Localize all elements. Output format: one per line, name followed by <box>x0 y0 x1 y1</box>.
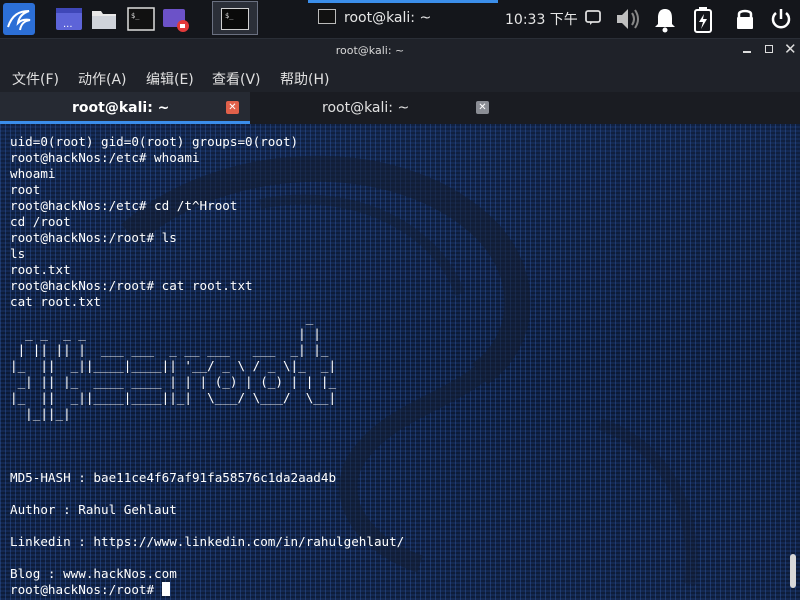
terminal-launcher-icon[interactable]: $_ <box>127 5 155 33</box>
active-window-indicator <box>308 0 498 3</box>
power-icon[interactable] <box>768 6 794 32</box>
menu-view[interactable]: 查看(V) <box>212 69 261 89</box>
ascii-art-line: |_ || _||____|____||_| \___/ \___/ \__| <box>10 390 337 405</box>
terminal-line: root@hackNos:/etc# cd /t^Hroot <box>10 198 238 213</box>
terminal-line: cat root.txt <box>10 294 101 309</box>
clock[interactable]: 10:33 下午 <box>505 9 578 29</box>
author-line: Author : Rahul Gehlaut <box>10 502 177 517</box>
terminal-line: root@hackNos:/root# ls <box>10 230 177 245</box>
battery-charging-icon[interactable] <box>690 6 716 33</box>
terminal-scrollbar[interactable] <box>790 554 796 588</box>
notification-chat-icon[interactable] <box>584 9 602 27</box>
ascii-art-line: | || || | ___ ___ _ __ ___ ___ _| |_ <box>10 342 329 357</box>
text-cursor <box>161 582 170 596</box>
svg-text:$_: $_ <box>225 12 234 20</box>
tab-close-icon[interactable]: ✕ <box>476 101 489 114</box>
maximize-button[interactable] <box>765 45 773 53</box>
terminal-line: root@hackNos:/etc# whoami <box>10 150 200 165</box>
terminal-line: uid=0(root) gid=0(root) groups=0(root) <box>10 134 299 149</box>
ascii-art-line: |_ || _||____|____|| '__/ _ \ / _ \|_ _| <box>10 358 337 373</box>
ascii-art-line: _ <box>10 310 314 325</box>
minimize-button[interactable] <box>743 51 751 53</box>
close-window-button[interactable]: ✕ <box>784 40 797 58</box>
window-titlebar[interactable]: root@kali: ~ ✕ <box>0 39 800 65</box>
tab-label: root@kali: ~ <box>72 100 170 116</box>
menu-file[interactable]: 文件(F) <box>12 69 59 89</box>
menu-bar: 文件(F) 动作(A) 编辑(E) 查看(V) 帮助(H) <box>0 65 800 92</box>
terminal-line: cd /root <box>10 214 71 229</box>
top-panel: ... $_ $_ root@kali: ~ 10:33 下午 <box>0 0 800 39</box>
terminal-thumbnail-icon: $_ <box>221 8 249 30</box>
screen-recorder-icon[interactable] <box>162 5 190 33</box>
terminal-output[interactable]: uid=0(root) gid=0(root) groups=0(root) r… <box>0 124 800 600</box>
active-window-title-text: root@kali: ~ <box>344 10 432 26</box>
tab-root-kali-1[interactable]: root@kali: ~ ✕ <box>0 92 250 124</box>
terminal-line: root <box>10 182 41 197</box>
notifications-bell-icon[interactable] <box>651 6 677 33</box>
terminal-text: uid=0(root) gid=0(root) groups=0(root) r… <box>10 134 780 598</box>
tab-close-icon[interactable]: ✕ <box>226 101 239 114</box>
volume-icon[interactable] <box>614 6 640 32</box>
active-window-title[interactable]: root@kali: ~ <box>318 9 431 26</box>
md5-hash-line: MD5-HASH : bae11ce4f67af91fa58576c1da2aa… <box>10 470 337 485</box>
menu-help[interactable]: 帮助(H) <box>280 69 329 89</box>
tab-label: root@kali: ~ <box>322 100 410 116</box>
lock-screen-icon[interactable] <box>733 6 759 32</box>
terminal-line: ls <box>10 246 26 261</box>
kali-menu-icon[interactable] <box>3 3 35 35</box>
taskbar-terminal-window[interactable]: $_ <box>212 1 258 35</box>
ascii-art-line: _| || |_ ____ ____ | | | (_) | (_) | | |… <box>10 374 337 389</box>
app-grid-icon[interactable]: ... <box>55 5 83 33</box>
linkedin-line: Linkedin : https://www.linkedin.com/in/r… <box>10 534 405 549</box>
tab-root-kali-2[interactable]: root@kali: ~ ✕ <box>250 92 500 124</box>
terminal-mini-icon <box>318 9 336 24</box>
tab-bar: root@kali: ~ ✕ root@kali: ~ ✕ <box>0 92 800 124</box>
blog-line: Blog : www.hackNos.com <box>10 566 177 581</box>
window-title: root@kali: ~ <box>335 44 405 57</box>
ascii-art-line: _ _ _ _ | | <box>10 326 321 341</box>
terminal-line: root@hackNos:/root# cat root.txt <box>10 278 253 293</box>
prompt-line[interactable]: root@hackNos:/root# <box>10 582 780 598</box>
menu-action[interactable]: 动作(A) <box>78 69 127 89</box>
svg-text:...: ... <box>63 19 73 30</box>
ascii-art-line: |_||_| <box>10 406 71 421</box>
terminal-line: root.txt <box>10 262 71 277</box>
shell-prompt: root@hackNos:/root# <box>10 582 162 597</box>
svg-text:$_: $_ <box>131 12 140 20</box>
terminal-line: whoami <box>10 166 56 181</box>
file-manager-icon[interactable] <box>90 5 118 33</box>
menu-edit[interactable]: 编辑(E) <box>146 69 194 89</box>
